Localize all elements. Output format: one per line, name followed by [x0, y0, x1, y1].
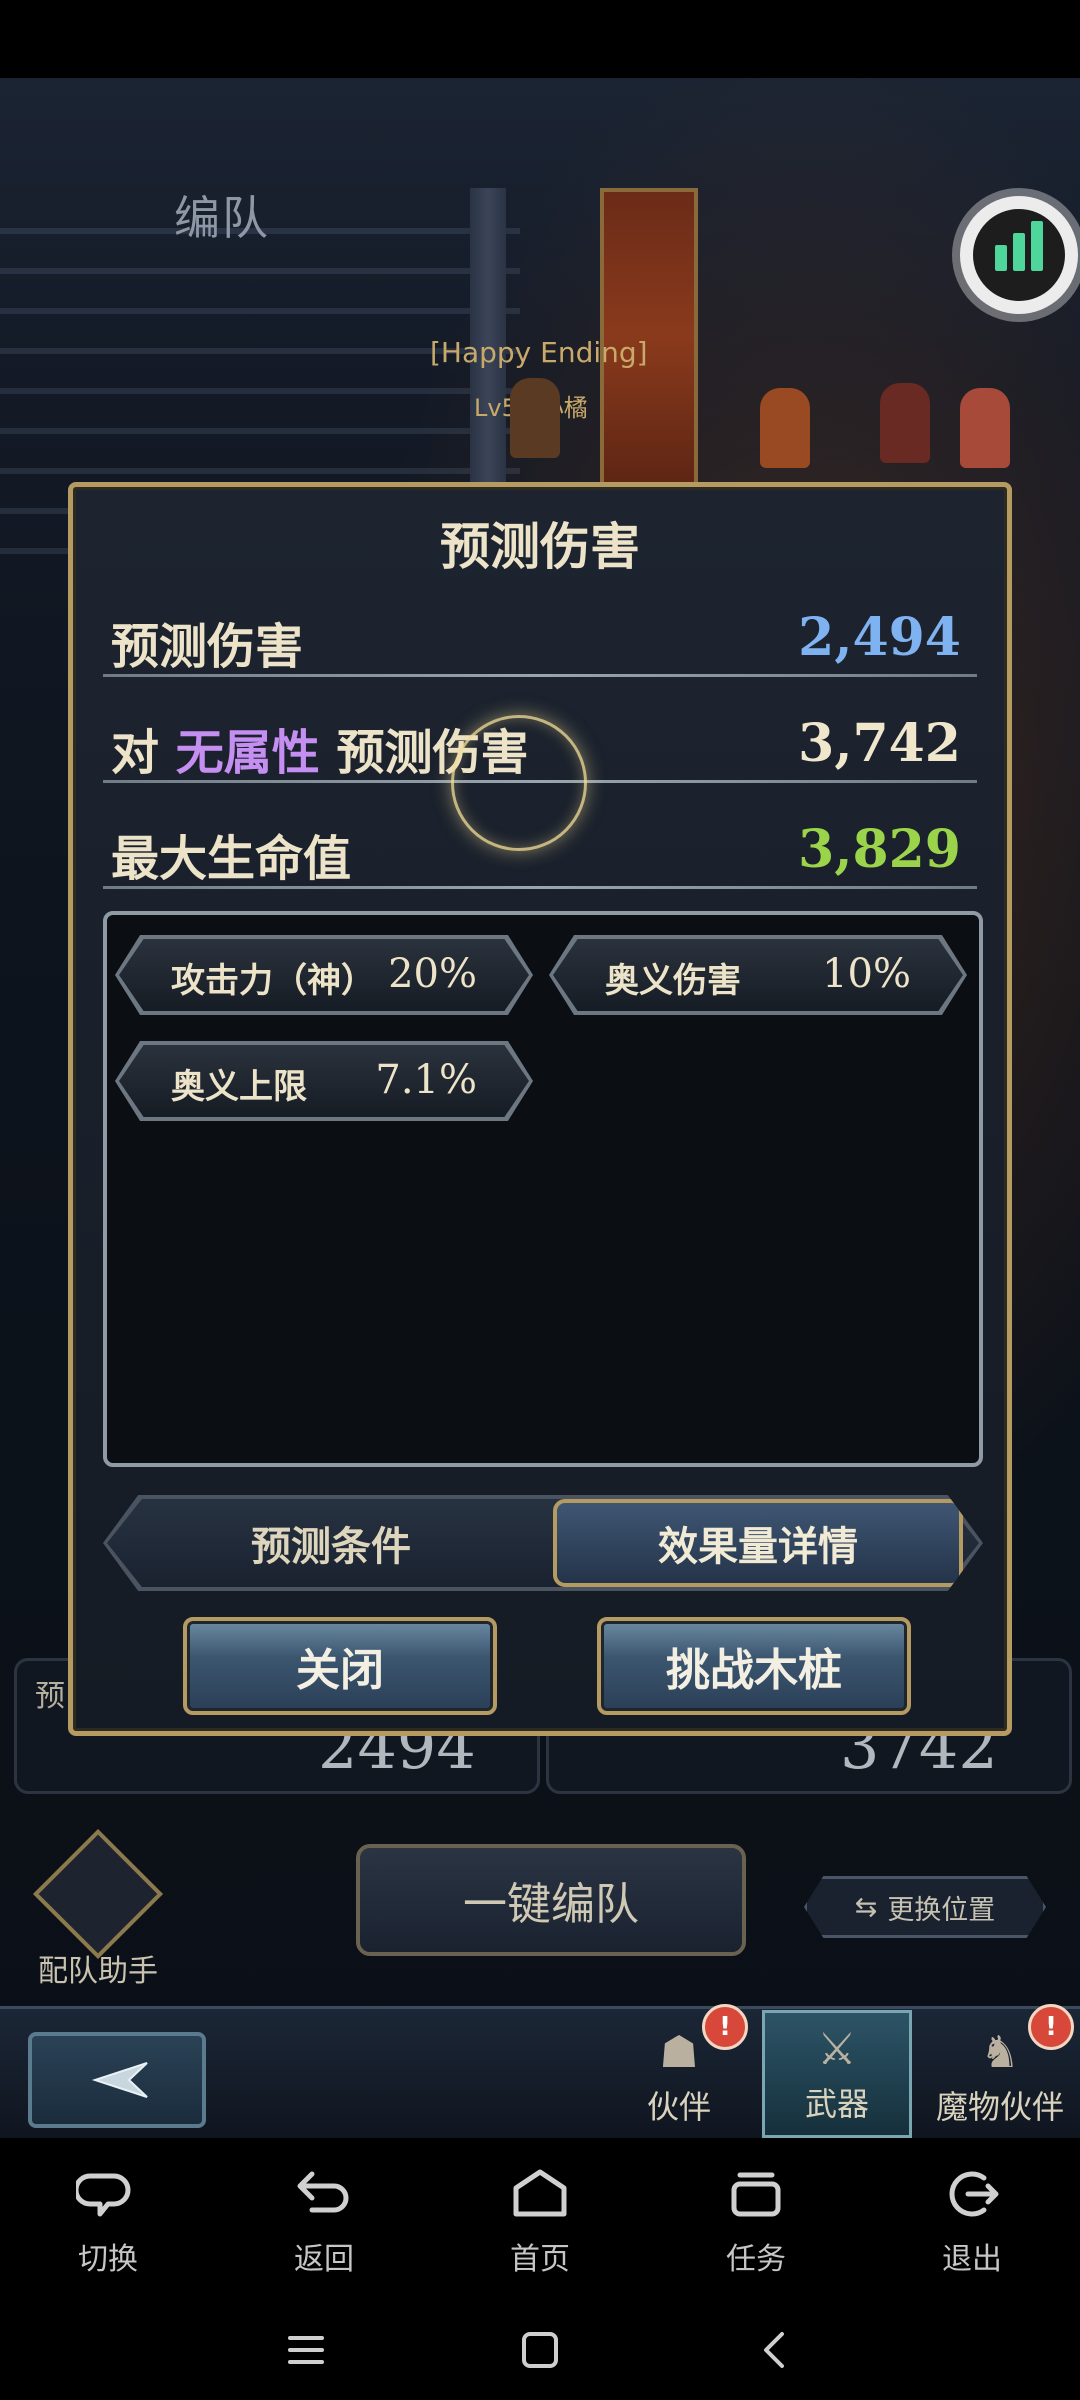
- swap-icon: ⇆: [854, 1891, 878, 1923]
- arrow-left-icon: [91, 2062, 148, 2098]
- tab-weapon-label: 武器: [804, 2085, 869, 2123]
- nav-label: 切换: [78, 2242, 138, 2277]
- character-sprite: [960, 388, 1010, 468]
- nav-back-button[interactable]: 返回: [254, 2166, 394, 2278]
- team-helper-button[interactable]: 配队助手: [32, 1828, 164, 1990]
- stat-label: 最大生命值: [111, 831, 352, 887]
- nav-label: 首页: [510, 2242, 570, 2277]
- effect-value: 10%: [822, 951, 911, 997]
- character-sprite: [760, 388, 810, 468]
- label-prefix: 对: [111, 725, 160, 781]
- nav-switch-button[interactable]: 切换: [38, 2166, 178, 2278]
- exit-icon: [949, 2171, 999, 2217]
- system-nav-bar: 切换 返回 首页 任务 退出: [0, 2138, 1080, 2308]
- stat-value: 3,742: [798, 713, 961, 774]
- floating-stats-button[interactable]: [960, 196, 1078, 314]
- attribute-name: 无属性: [175, 725, 320, 781]
- bar-chart-icon: [973, 209, 1065, 301]
- character-sprite: [510, 378, 560, 458]
- nav-tasks-button[interactable]: 任务: [686, 2166, 826, 2278]
- predicted-damage-dialog: 预测伤害 预测伤害 2,494 对 无属性 预测伤害 3,742 最大生命值 3…: [68, 482, 1012, 1736]
- status-bar: [0, 0, 1080, 78]
- effect-value: 7.1%: [375, 1057, 477, 1103]
- team-name: [Happy Ending]: [430, 336, 648, 369]
- switch-icon: [76, 2173, 131, 2217]
- notification-badge: !: [1028, 2004, 1074, 2050]
- tab-effect-details[interactable]: 效果量详情: [553, 1499, 963, 1587]
- dialog-title: 预测伤害: [440, 518, 640, 576]
- gear-icon: [32, 1828, 164, 1960]
- effect-tag: 攻击力（神） 20%: [115, 935, 533, 1015]
- effect-name: 攻击力（神）: [171, 961, 375, 1001]
- tab-partner[interactable]: ☗ 伙伴 !: [604, 2004, 754, 2138]
- back-chevron-icon[interactable]: [752, 2328, 796, 2372]
- tab-weapon[interactable]: ⚔ 武器: [762, 2010, 912, 2138]
- stat-value: 2,494: [798, 607, 961, 668]
- nav-exit-button[interactable]: 退出: [902, 2166, 1042, 2278]
- back-arrow-button[interactable]: [28, 2032, 206, 2128]
- stat-label: 预测伤害: [111, 619, 304, 675]
- nav-label: 退出: [942, 2242, 1002, 2277]
- character-sprite: [880, 383, 930, 463]
- tab-monster-label: 魔物伙伴: [935, 2088, 1064, 2126]
- nav-label: 任务: [726, 2242, 786, 2277]
- swap-position-button[interactable]: ⇆ 更换位置: [804, 1876, 1046, 1938]
- predict-left-label: 预: [35, 1679, 65, 1714]
- effects-panel: 攻击力（神） 20% 奥义伤害 10% 奥义上限 7.1%: [103, 911, 983, 1467]
- android-nav-bar: [0, 2300, 1080, 2400]
- tab-predict-conditions[interactable]: 预测条件: [113, 1499, 549, 1587]
- tasks-icon: [731, 2172, 781, 2217]
- auto-team-button[interactable]: 一键编队: [356, 1844, 746, 1956]
- stat-value: 3,829: [798, 819, 961, 880]
- effect-name: 奥义伤害: [605, 961, 741, 1001]
- notification-badge: !: [702, 2004, 748, 2050]
- touch-sparkle-effect: [451, 715, 587, 851]
- home-square-icon[interactable]: [518, 2328, 562, 2372]
- effect-value: 20%: [388, 951, 477, 997]
- screen-title: 编队: [174, 191, 270, 245]
- swap-label: 更换位置: [887, 1894, 996, 1926]
- close-button[interactable]: 关闭: [183, 1617, 497, 1715]
- divider: [103, 886, 977, 889]
- tab-partner-label: 伙伴: [646, 2088, 711, 2126]
- partner-icon: ☗: [659, 2027, 699, 2078]
- nav-label: 返回: [294, 2242, 354, 2277]
- effect-tag: 奥义上限 7.1%: [115, 1041, 533, 1121]
- effect-name: 奥义上限: [171, 1067, 307, 1107]
- effect-tag: 奥义伤害 10%: [549, 935, 967, 1015]
- menu-icon[interactable]: [284, 2328, 328, 2372]
- divider: [103, 674, 977, 677]
- monster-icon: ♞: [980, 2027, 1020, 2078]
- tab-monster-partner[interactable]: ♞ 魔物伙伴 !: [920, 2004, 1080, 2138]
- home-icon: [513, 2169, 567, 2217]
- nav-home-button[interactable]: 首页: [470, 2166, 610, 2278]
- back-icon: [297, 2171, 349, 2213]
- stat-row-predicted-damage: 预测伤害 2,494: [103, 597, 977, 677]
- dialog-tab-switch: 预测条件 效果量详情: [103, 1495, 983, 1591]
- challenge-dummy-button[interactable]: 挑战木桩: [597, 1617, 911, 1715]
- crossed-swords-icon: ⚔: [817, 2024, 857, 2075]
